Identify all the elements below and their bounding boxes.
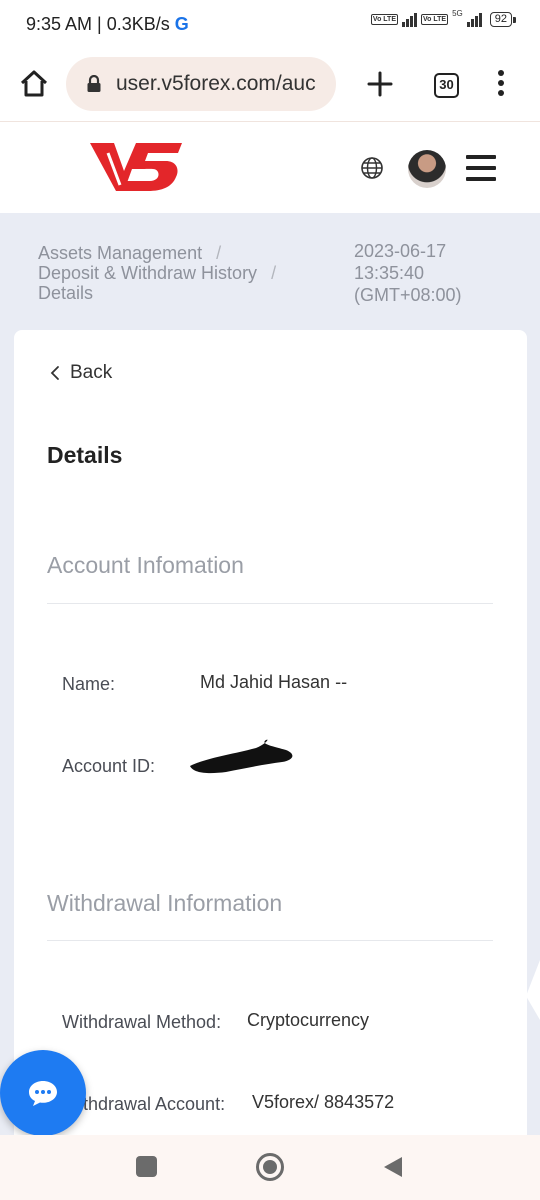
withdrawal-account-label: Withdrawal Account:	[62, 1094, 226, 1114]
withdrawal-info-title: Withdrawal Information	[47, 890, 283, 916]
withdrawal-method-label: Withdrawal Method:	[62, 1012, 222, 1032]
name-value: Md Jahid Hasan --	[200, 672, 348, 692]
chevron-left-icon	[50, 366, 59, 380]
user-avatar[interactable]	[408, 150, 446, 188]
chat-bubble-icon	[29, 1081, 57, 1106]
recents-icon[interactable]	[136, 1156, 157, 1177]
page-title: Details	[47, 442, 123, 468]
withdrawal-method-value: Cryptocurrency	[247, 1010, 370, 1030]
system-nav-bar	[0, 1135, 540, 1200]
url-text: user.v5forex.com/auc	[116, 72, 316, 95]
browser-menu-icon[interactable]	[496, 70, 506, 100]
home-nav-icon[interactable]	[256, 1153, 284, 1181]
name-label: Name:	[62, 674, 116, 694]
chat-support-button[interactable]	[0, 1050, 86, 1136]
redacted-account-id	[190, 739, 293, 774]
account-info-title: Account Infomation	[47, 552, 244, 578]
breadcrumb-item-history[interactable]: Deposit & Withdraw History	[38, 263, 257, 283]
tab-switcher-button[interactable]: 30	[434, 73, 459, 98]
details-card: Back Details Account Infomation Name: Md…	[14, 330, 527, 1135]
section-divider	[47, 603, 493, 604]
breadcrumb-item-assets[interactable]: Assets Management	[38, 243, 202, 263]
google-g-icon: G	[174, 14, 189, 34]
timestamp-date: 2023-06-17	[354, 241, 447, 261]
home-icon[interactable]	[18, 68, 50, 100]
lock-icon	[87, 75, 101, 92]
battery-icon: 92	[489, 12, 517, 27]
status-time-text: 9:35 AM | 0.3KB/s	[26, 14, 170, 34]
address-bar[interactable]: user.v5forex.com/auc	[66, 57, 336, 111]
status-icons: Vo LTE Vo LTE 5G 92	[370, 9, 517, 27]
volte-icon: Vo LTE	[370, 14, 398, 25]
network-5g-label: 5G	[452, 9, 463, 18]
breadcrumb-item-details: Details	[38, 283, 94, 303]
server-timestamp: 2023-06-17 13:35:40 (GMT+08:00)	[354, 240, 514, 306]
back-nav-icon[interactable]	[382, 1155, 404, 1179]
hamburger-menu-icon[interactable]	[466, 155, 498, 181]
account-id-label: Account ID:	[62, 756, 156, 776]
status-bar: 9:35 AM | 0.3KB/s G Vo LTE Vo LTE 5G 92	[0, 0, 540, 50]
timestamp-time: 13:35:40	[354, 263, 425, 283]
signal-icon	[402, 12, 417, 27]
language-globe-icon[interactable]	[360, 156, 384, 180]
site-header	[0, 123, 540, 213]
breadcrumb: Assets Management / Deposit & Withdraw Hi…	[38, 243, 338, 303]
breadcrumb-separator: /	[216, 243, 222, 263]
browser-toolbar: user.v5forex.com/auc 30	[0, 50, 540, 122]
breadcrumb-separator: /	[271, 263, 277, 283]
withdrawal-account-value: V5forex/ 8843572	[252, 1092, 395, 1112]
new-tab-icon[interactable]	[366, 70, 394, 98]
volte-icon-2: Vo LTE	[421, 14, 449, 25]
signal-icon-2	[466, 12, 482, 27]
section-divider	[47, 940, 493, 941]
timestamp-timezone: (GMT+08:00)	[354, 285, 462, 305]
v5-logo[interactable]	[90, 139, 186, 193]
back-button[interactable]: Back	[50, 362, 112, 384]
edge-decoration	[526, 960, 540, 1020]
back-label: Back	[70, 362, 113, 383]
status-time: 9:35 AM | 0.3KB/s G	[26, 14, 189, 35]
